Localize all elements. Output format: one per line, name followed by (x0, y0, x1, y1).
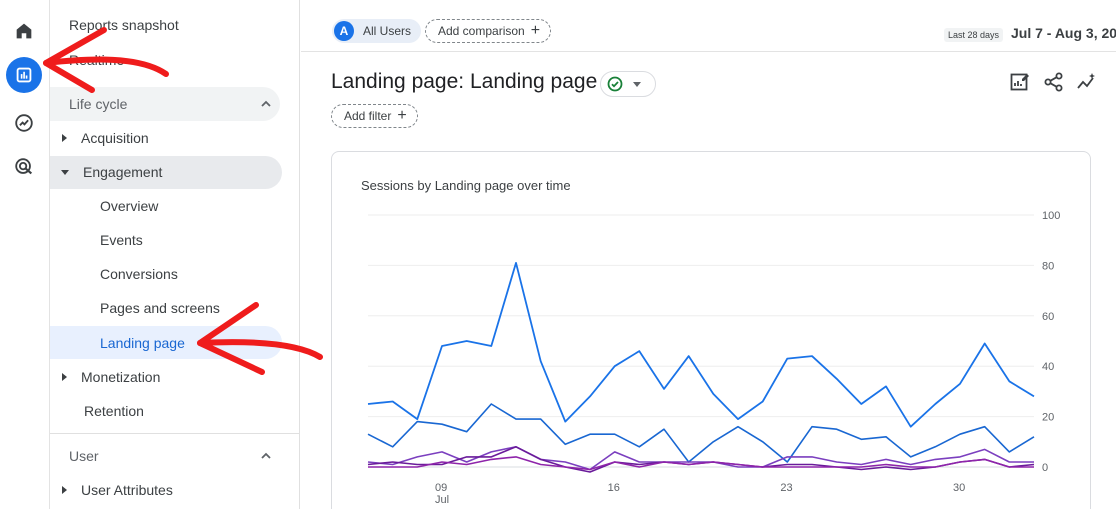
annotation-arrows (43, 27, 323, 375)
annotation-arrowhead-landing (197, 302, 265, 375)
